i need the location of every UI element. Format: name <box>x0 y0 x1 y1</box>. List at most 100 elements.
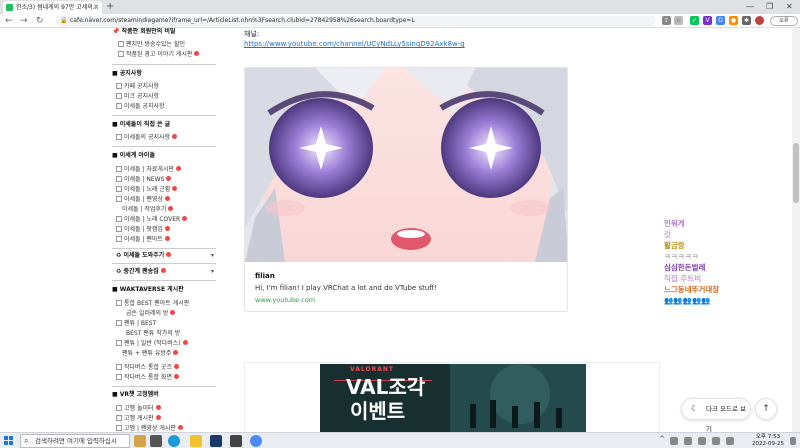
vs-icon[interactable] <box>210 435 222 447</box>
menu-item[interactable]: 팬지만 방송수있는 할인 <box>118 41 185 49</box>
chat-line: ㅋㅋㅋㅋㅋ <box>664 252 699 261</box>
extension-o-icon[interactable]: O <box>716 16 725 25</box>
search-icon: ⌕ <box>24 436 29 445</box>
banner-subtitle: 이벤트 <box>350 399 406 423</box>
chevron-down-icon[interactable]: ▾ <box>211 268 214 275</box>
menu-item[interactable]: 팬튜 | 일반 (작다버스) <box>116 340 188 348</box>
terminal-icon[interactable] <box>230 435 242 447</box>
menu-item[interactable]: 작다버스 통합 굿즈 <box>116 364 179 372</box>
menu-item[interactable]: 이세돌 | 팬아트 <box>116 236 170 244</box>
back-icon[interactable]: ← <box>5 15 13 27</box>
menu-item[interactable]: 팬튜 + 팬튜 유방주 <box>122 350 179 358</box>
share-icon[interactable]: ⇪ <box>662 16 671 25</box>
menu-item[interactable]: 미크 공지사항 <box>116 93 159 101</box>
scrollbar-thumb[interactable] <box>793 143 799 203</box>
menu-item[interactable]: 금손 일러레의 방 <box>126 310 176 318</box>
new-badge-icon <box>173 364 179 369</box>
ime-icon[interactable] <box>712 437 720 445</box>
menu-item[interactable]: 작품된 광고 이야기 게시판 <box>118 51 200 59</box>
board-icon <box>116 300 122 306</box>
reload-icon[interactable]: ↻ <box>36 15 44 27</box>
divider <box>112 280 216 281</box>
menu-item[interactable]: 카페 공지사항 <box>116 83 159 91</box>
menu-item[interactable]: 이세돌의 공지사항 <box>116 134 178 142</box>
extensions-puzzle-icon[interactable]: ✱ <box>742 16 751 25</box>
scroll-to-top-button[interactable]: ↑ <box>755 398 777 420</box>
close-window-icon[interactable]: ✕ <box>786 0 793 13</box>
taskbar-clock[interactable]: 오후 7:53 2022-09-25 <box>748 434 788 448</box>
menu-item[interactable]: 팬튜 | BEST <box>116 320 156 328</box>
youtube-channel-link[interactable]: https://www.youtube.com/channel/UCyNdLLy… <box>244 40 465 48</box>
language-icon[interactable] <box>726 437 734 445</box>
event-banner-image[interactable]: VALORANT VAL조각 이벤트 <box>320 364 586 432</box>
weather-widget-icon[interactable] <box>134 435 146 447</box>
extension-orange-icon[interactable]: ● <box>729 16 738 25</box>
board-icon <box>118 51 124 57</box>
menu-item-private[interactable]: 📌 작품판 회원만의 비밀 <box>112 28 175 36</box>
new-badge-icon <box>155 405 161 410</box>
menu-group-collapsed[interactable]: ♻ 이세돌 도와주기 <box>116 252 172 260</box>
new-tab-button[interactable]: + <box>106 0 114 13</box>
notification-icon[interactable] <box>790 437 796 445</box>
taskbar-search-input[interactable]: ⌕ 검색하려면 여기에 입력하십시 <box>20 434 130 448</box>
board-icon <box>116 103 122 109</box>
menu-item[interactable]: 이세돌 | 팬영상 <box>116 196 170 204</box>
bookmark-star-icon[interactable]: ☆ <box>674 16 683 25</box>
menu-item[interactable]: 이세돌 | 자료게시판 <box>116 166 181 174</box>
task-view-icon[interactable] <box>150 435 162 447</box>
menu-item[interactable]: 이세돌 | NEWS <box>116 176 172 184</box>
board-icon <box>116 320 122 326</box>
volume-icon[interactable] <box>698 437 706 445</box>
chat-line: 심심한돈벌레 <box>664 263 706 272</box>
url-bar[interactable]: 🔒 cafe.naver.com/steamindiegame?iframe_u… <box>56 16 656 26</box>
menu-header-notice: ■ 공지사항 <box>112 70 142 77</box>
tray-chevron-icon[interactable]: ^ <box>656 435 668 447</box>
menu-header-wak: ■ WAKTAVERSE 게시판 <box>112 286 184 293</box>
file-explorer-icon[interactable] <box>190 435 202 447</box>
edge-icon[interactable] <box>168 435 180 447</box>
menu-item[interactable]: 고멤 놀이터 <box>116 405 161 413</box>
chrome-icon[interactable] <box>250 435 262 447</box>
board-icon <box>116 415 122 421</box>
new-badge-icon <box>176 166 181 171</box>
chat-line: 직접 주트비 <box>664 274 702 283</box>
page-scrollbar[interactable] <box>792 28 800 432</box>
channel-label: 채널: <box>244 30 260 38</box>
menu-item[interactable]: 이세돌 | 노래 근황 <box>116 186 178 194</box>
menu-item[interactable]: 이세돌 | 노래 COVER <box>116 216 188 224</box>
menu-header-isedol: ■ 이세돌이 직접 쓴 글 <box>112 121 171 128</box>
cafe-menu-sidebar: 📌 작품판 회원만의 비밀 팬지만 방송수있는 할인 작품된 광고 이야기 게시… <box>112 28 220 432</box>
menu-item[interactable]: 고멤 게시판 <box>116 415 161 423</box>
clock-time: 오후 7:53 <box>755 434 781 440</box>
browser-tab[interactable]: 한소/3) 썸네게의 97만 고세의... ✕ <box>3 1 102 14</box>
menu-item[interactable]: 이세돌 공지사항 <box>116 103 165 111</box>
board-icon <box>116 405 122 411</box>
menu-item[interactable]: 고멤 | 팬영상 게시판 <box>116 425 183 432</box>
windows-taskbar: ⌕ 검색하려면 여기에 입력하십시 ^ 오후 7:53 2022-09-25 <box>0 432 800 448</box>
browser-tabbar: 한소/3) 썸네게의 97만 고세의... ✕ + — ❐ ✕ <box>0 0 800 14</box>
profile-button[interactable]: 오류 <box>770 16 798 26</box>
avatar[interactable] <box>755 16 764 25</box>
windows-start-icon[interactable] <box>4 436 13 445</box>
extension-v-icon[interactable]: V <box>703 16 712 25</box>
forward-icon[interactable]: → <box>20 15 28 27</box>
tray-app-icon[interactable] <box>670 437 678 445</box>
menu-group-collapsed[interactable]: ♻ 중간계 팬송집 <box>116 268 166 276</box>
maximize-icon[interactable]: ❐ <box>766 0 773 13</box>
clock-date: 2022-09-25 <box>752 441 784 447</box>
divider <box>112 263 216 264</box>
menu-item[interactable]: 이세돌 | 팟캠입 <box>116 226 170 234</box>
menu-item[interactable]: 작다버스 통합 화면 <box>116 374 179 382</box>
link-preview-card[interactable]: filian Hi, I'm filian! I play VRChat a l… <box>244 67 568 312</box>
chevron-down-icon[interactable]: ▾ <box>211 252 214 259</box>
extension-green-icon[interactable]: ✓ <box>690 16 699 25</box>
network-icon[interactable] <box>684 437 692 445</box>
menu-item[interactable]: BEST 팬튜 작가의 방 <box>126 330 180 338</box>
menu-item[interactable]: 통합 BEST 팬아트 게시판 <box>116 300 189 308</box>
divider <box>112 386 216 387</box>
dark-mode-button[interactable]: ☾ 다크 모드로 보기 <box>681 398 751 433</box>
menu-item[interactable]: 이세돌 | 작업후기 <box>122 206 174 214</box>
minimize-icon[interactable]: — <box>746 0 754 13</box>
tab-close-icon[interactable]: ✕ <box>93 1 99 14</box>
board-icon <box>116 83 122 89</box>
